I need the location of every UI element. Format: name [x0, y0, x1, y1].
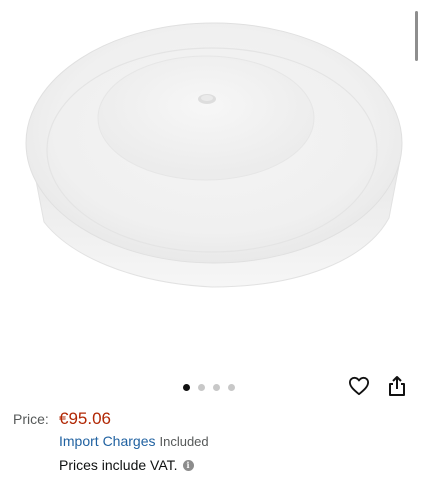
carousel-dot-3[interactable] [213, 384, 220, 391]
info-icon[interactable]: i [182, 459, 194, 471]
wishlist-button[interactable] [347, 376, 371, 400]
heart-icon [348, 376, 370, 401]
price-value: €95.06 [59, 409, 111, 428]
price-row: Price: €95.06 [13, 409, 111, 431]
share-button[interactable] [385, 375, 409, 402]
product-image[interactable] [0, 0, 422, 360]
import-charges-link[interactable]: Import Charges [59, 433, 155, 449]
product-page: Price: €95.06 Import Charges Included Pr… [0, 0, 422, 480]
carousel-dot-4[interactable] [228, 384, 235, 391]
import-charges-status: Included [159, 434, 209, 449]
vat-notice: Prices include VAT. [59, 457, 178, 473]
carousel-dot-2[interactable] [198, 384, 205, 391]
share-icon [387, 375, 407, 402]
image-carousel-dots[interactable] [183, 384, 235, 392]
import-charges-row: Import Charges Included [59, 433, 209, 449]
scrollbar[interactable] [415, 11, 418, 61]
price-label: Price: [13, 411, 49, 427]
carousel-dot-1[interactable] [183, 384, 190, 391]
vat-row: Prices include VAT. i [59, 457, 194, 473]
